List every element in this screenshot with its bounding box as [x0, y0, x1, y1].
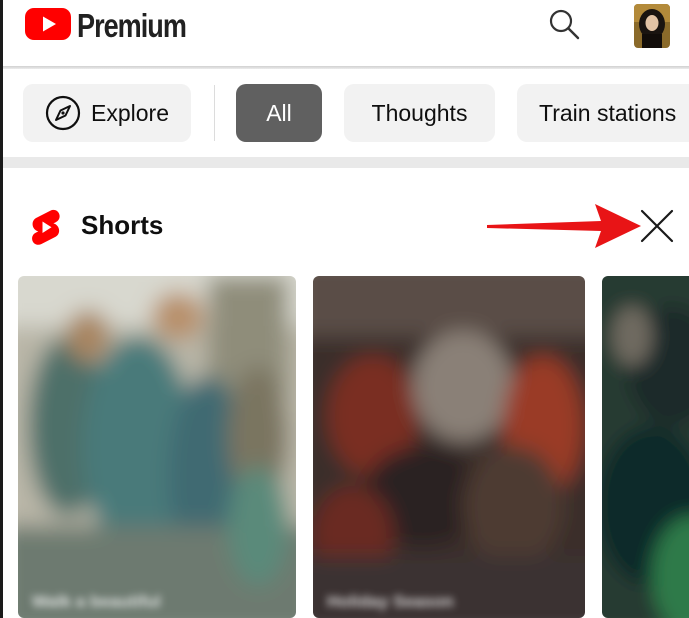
search-icon — [547, 7, 581, 46]
close-icon — [639, 208, 675, 249]
short-thumbnail[interactable]: Holiday Season — [313, 276, 585, 618]
chip-label: Train stations — [539, 99, 677, 126]
chip-all[interactable]: All — [236, 84, 322, 142]
chip-thoughts[interactable]: Thoughts — [344, 84, 495, 142]
explore-label: Explore — [91, 99, 169, 126]
youtube-premium-logo[interactable]: Premium — [25, 7, 210, 45]
dismiss-shorts-button[interactable] — [635, 206, 679, 250]
account-avatar[interactable] — [634, 4, 670, 48]
short-caption: Walk a beautiful — [32, 592, 161, 611]
explore-chip[interactable]: Explore — [23, 84, 191, 142]
red-arrow-annotation — [483, 204, 643, 253]
top-app-bar: Premium — [3, 0, 689, 68]
filter-chip-bar: Explore All Thoughts Train stations — [3, 69, 689, 157]
brand-name: Premium — [77, 7, 187, 44]
compass-icon — [45, 95, 81, 131]
chip-label: All — [266, 99, 292, 126]
chip-divider — [214, 85, 215, 141]
short-thumbnail[interactable]: Walk a beautiful — [18, 276, 296, 618]
shorts-logo-icon — [29, 208, 61, 251]
short-caption: Holiday Season — [327, 592, 454, 611]
chip-train-stations[interactable]: Train stations — [517, 84, 689, 142]
shorts-carousel: Walk a beautiful Holiday Season — [3, 276, 689, 618]
shorts-shelf-header: Shorts — [3, 168, 689, 278]
shorts-title: Shorts — [81, 210, 164, 240]
short-thumbnail[interactable] — [602, 276, 689, 618]
section-divider — [3, 157, 689, 168]
youtube-play-logo-icon — [25, 7, 71, 45]
search-button[interactable] — [544, 6, 584, 46]
chip-label: Thoughts — [371, 99, 468, 126]
